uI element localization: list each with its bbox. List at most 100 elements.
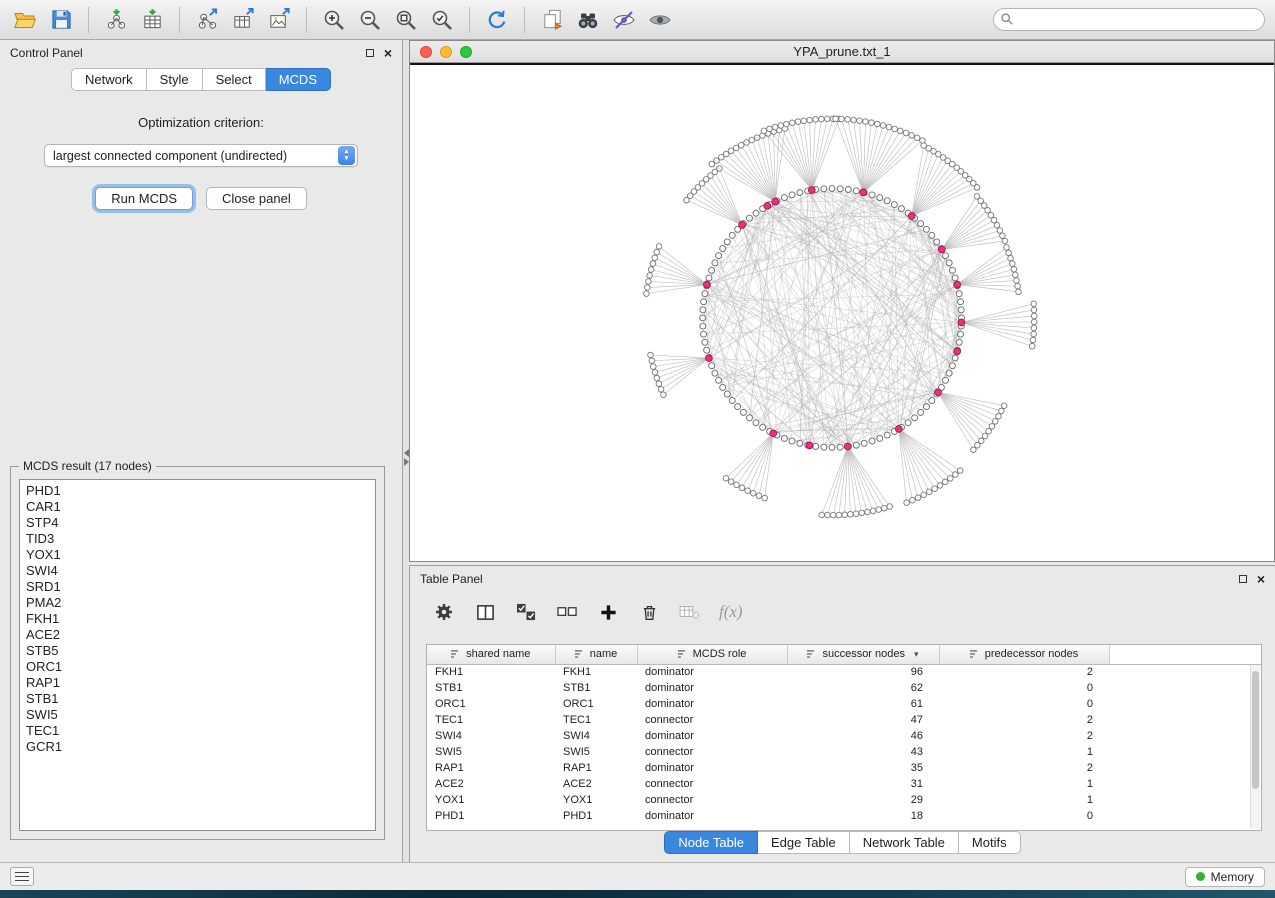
- network-node[interactable]: [839, 116, 845, 122]
- network-node[interactable]: [652, 255, 658, 261]
- network-node[interactable]: [974, 185, 980, 191]
- network-node[interactable]: [999, 408, 1005, 414]
- export-image-icon[interactable]: [264, 5, 294, 35]
- network-node[interactable]: [992, 419, 998, 425]
- float-panel-icon[interactable]: [366, 49, 374, 57]
- network-node[interactable]: [644, 285, 650, 291]
- network-node[interactable]: [1031, 301, 1037, 307]
- network-node[interactable]: [701, 299, 707, 305]
- network-node[interactable]: [819, 512, 825, 518]
- network-node[interactable]: [646, 279, 652, 285]
- network-node[interactable]: [942, 479, 948, 485]
- network-node[interactable]: [884, 198, 890, 204]
- network-node[interactable]: [1000, 233, 1006, 239]
- dominator-node[interactable]: [808, 187, 815, 194]
- zoom-fit-icon[interactable]: [391, 5, 421, 35]
- network-node[interactable]: [918, 221, 924, 227]
- network-node[interactable]: [781, 435, 787, 441]
- network-node[interactable]: [921, 492, 927, 498]
- copy-view-icon[interactable]: [537, 5, 567, 35]
- optimization-criterion-select[interactable]: largest connected component (undirected)…: [44, 144, 358, 167]
- network-node[interactable]: [904, 500, 910, 506]
- network-node[interactable]: [824, 116, 830, 122]
- search-input[interactable]: [993, 8, 1265, 31]
- network-node[interactable]: [650, 364, 656, 370]
- dominator-node[interactable]: [908, 213, 915, 220]
- network-node[interactable]: [767, 126, 773, 132]
- open-session-icon[interactable]: [10, 5, 40, 35]
- close-panel-button[interactable]: Close panel: [206, 187, 307, 210]
- network-node[interactable]: [956, 291, 962, 297]
- network-node[interactable]: [923, 404, 929, 410]
- network-node[interactable]: [937, 483, 943, 489]
- network-node[interactable]: [869, 438, 875, 444]
- network-node[interactable]: [734, 482, 740, 488]
- network-node[interactable]: [813, 117, 819, 123]
- dominator-node[interactable]: [958, 319, 965, 326]
- show-columns-icon[interactable]: [473, 601, 497, 623]
- network-node[interactable]: [1016, 289, 1022, 295]
- apply-layout-icon[interactable]: [482, 5, 512, 35]
- network-node[interactable]: [918, 409, 924, 415]
- network-node[interactable]: [903, 130, 909, 136]
- network-node[interactable]: [772, 124, 778, 130]
- network-node[interactable]: [644, 291, 650, 297]
- network-node[interactable]: [909, 133, 915, 139]
- save-session-icon[interactable]: [46, 5, 76, 35]
- network-node[interactable]: [720, 246, 726, 252]
- network-node[interactable]: [761, 128, 767, 134]
- network-node[interactable]: [740, 409, 746, 415]
- network-node[interactable]: [656, 244, 662, 250]
- network-view-titlebar[interactable]: YPA_prune.txt_1: [410, 41, 1274, 63]
- network-node[interactable]: [700, 307, 706, 313]
- network-node[interactable]: [701, 331, 707, 337]
- dominator-node[interactable]: [844, 443, 851, 450]
- network-node[interactable]: [821, 186, 827, 192]
- network-node[interactable]: [700, 315, 706, 321]
- float-table-panel-icon[interactable]: [1239, 575, 1247, 583]
- window-minimize-icon[interactable]: [440, 46, 452, 58]
- dominator-node[interactable]: [954, 348, 961, 355]
- run-mcds-button[interactable]: Run MCDS: [95, 187, 193, 210]
- network-node[interactable]: [789, 438, 795, 444]
- network-node[interactable]: [997, 228, 1003, 234]
- network-node[interactable]: [784, 121, 790, 127]
- network-node[interactable]: [661, 392, 667, 398]
- network-node[interactable]: [956, 339, 962, 345]
- zoom-in-icon[interactable]: [319, 5, 349, 35]
- select-all-icon[interactable]: [514, 601, 538, 623]
- network-node[interactable]: [709, 267, 715, 273]
- table-row[interactable]: YOX1YOX1connector291: [427, 792, 1261, 808]
- network-node[interactable]: [892, 126, 898, 132]
- network-node[interactable]: [870, 508, 876, 514]
- column-header-mcds-role[interactable]: MCDS role: [637, 645, 787, 664]
- network-node[interactable]: [915, 495, 921, 501]
- table-row[interactable]: SWI5SWI5connector431: [427, 744, 1261, 760]
- network-node[interactable]: [648, 267, 654, 273]
- network-node[interactable]: [825, 512, 831, 518]
- network-node[interactable]: [929, 398, 935, 404]
- table-settings-gear-icon[interactable]: [432, 601, 456, 623]
- tab-node-table[interactable]: Node Table: [664, 831, 758, 854]
- tab-edge-table[interactable]: Edge Table: [758, 831, 850, 854]
- network-node[interactable]: [650, 261, 656, 267]
- network-node[interactable]: [753, 420, 759, 426]
- table-row[interactable]: SWI4SWI4dominator462: [427, 728, 1261, 744]
- network-node[interactable]: [1011, 266, 1017, 272]
- network-node[interactable]: [760, 424, 766, 430]
- network-node[interactable]: [957, 468, 963, 474]
- mcds-result-item[interactable]: ACE2: [20, 627, 375, 643]
- zoom-selected-icon[interactable]: [427, 5, 457, 35]
- network-node[interactable]: [819, 116, 825, 122]
- network-node[interactable]: [848, 511, 854, 517]
- network-node[interactable]: [797, 440, 803, 446]
- network-node[interactable]: [837, 186, 843, 192]
- network-node[interactable]: [845, 187, 851, 193]
- network-node[interactable]: [1013, 272, 1019, 278]
- network-node[interactable]: [853, 442, 859, 448]
- column-header-shared-name[interactable]: shared name: [427, 645, 555, 664]
- network-node[interactable]: [746, 215, 752, 221]
- network-node[interactable]: [807, 117, 813, 123]
- mcds-result-list[interactable]: PHD1CAR1STP4TID3YOX1SWI4SRD1PMA2FKH1ACE2…: [19, 479, 376, 831]
- network-node[interactable]: [712, 370, 718, 376]
